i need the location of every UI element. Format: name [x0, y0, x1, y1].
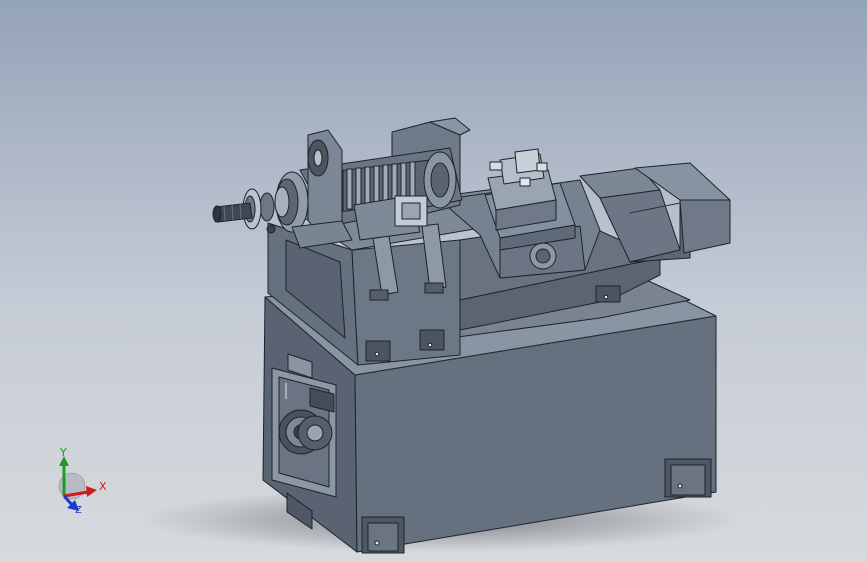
tool-post[interactable]	[487, 148, 557, 231]
x-axis-label: X	[99, 480, 107, 493]
lathe-model-3d-view[interactable]	[0, 0, 867, 562]
graphics-viewport[interactable]: Y X Z	[0, 0, 867, 562]
base-foot-pocket-front-right	[664, 458, 712, 498]
z-axis-label: Z	[75, 505, 82, 516]
coordinate-triad[interactable]	[58, 456, 97, 511]
drive-shaft[interactable]	[212, 202, 253, 223]
base-foot-pocket-front-left	[361, 516, 405, 554]
y-axis-label: Y	[60, 446, 67, 459]
